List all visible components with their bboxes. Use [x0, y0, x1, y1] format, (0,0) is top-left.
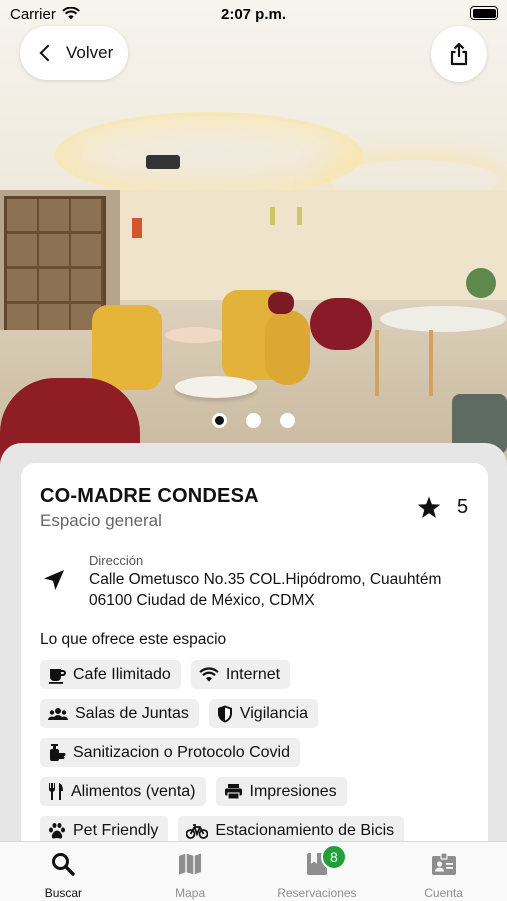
- utensils-icon: [49, 783, 63, 800]
- amenity-label: Sanitizacion o Protocolo Covid: [73, 743, 291, 761]
- star-icon: [417, 496, 441, 518]
- photo-armchair: [265, 310, 310, 385]
- photo-plant: [466, 268, 496, 298]
- amenities-title: Lo que ofrece este espacio: [40, 631, 227, 648]
- tab-reservaciones[interactable]: 8 Reservaciones: [254, 842, 381, 901]
- photo-lamp: [270, 207, 275, 225]
- amenity-chip: Cafe Ilimitado: [40, 660, 181, 689]
- amenities-list: Cafe Ilimitado Internet Salas de Juntas: [40, 660, 488, 843]
- photo-bookshelf: [4, 196, 106, 342]
- amenity-label: Cafe Ilimitado: [73, 665, 171, 683]
- reservations-badge: 8: [320, 844, 347, 870]
- group-icon: [48, 707, 68, 720]
- navigation-arrow-icon: [44, 570, 64, 590]
- map-icon: [179, 853, 202, 875]
- rating-value: 5: [457, 496, 469, 518]
- photo-chair: [310, 298, 372, 350]
- amenity-chip: Internet: [190, 660, 291, 689]
- address-label: Dirección: [89, 553, 144, 568]
- photo-chair: [375, 330, 433, 396]
- page-dot-2[interactable]: [246, 413, 261, 428]
- id-card-icon: [431, 852, 456, 875]
- photo-exit-sign: [132, 218, 142, 238]
- amenity-chip: Estacionamiento de Bicis: [178, 816, 405, 843]
- amenity-label: Impresiones: [249, 782, 337, 800]
- amenity-label: Vigilancia: [239, 704, 309, 722]
- chevron-left-icon: [39, 44, 57, 62]
- status-bar: Carrier 2:07 p.m.: [0, 0, 507, 28]
- amenity-label: Alimentos (venta): [71, 782, 196, 800]
- tab-bar: Buscar Mapa 8 Reservaciones Cuenta: [0, 841, 507, 901]
- amenity-chip: Pet Friendly: [40, 816, 169, 843]
- address-line-2: 06100 Ciudad de México, CDMX: [89, 592, 315, 609]
- photo-lamp: [297, 207, 302, 225]
- tab-label: Reservaciones: [277, 886, 357, 900]
- address-line-1: Calle Ometusco No.35 COL.Hipódromo, Cuau…: [89, 571, 442, 588]
- space-type: Espacio general: [40, 511, 162, 530]
- photo-table: [380, 306, 506, 332]
- amenity-label: Estacionamiento de Bicis: [215, 821, 395, 839]
- bike-icon: [186, 823, 209, 839]
- photo-chair: [268, 292, 294, 314]
- tab-buscar[interactable]: Buscar: [0, 842, 127, 901]
- search-icon: [52, 853, 76, 876]
- shield-icon: [217, 705, 232, 722]
- tab-cuenta[interactable]: Cuenta: [380, 842, 507, 901]
- amenity-chip: Salas de Juntas: [40, 699, 199, 728]
- wifi-icon: [199, 666, 219, 682]
- space-detail-card: CO-MADRE CONDESA Espacio general 5 Direc…: [21, 463, 488, 843]
- amenity-chip: Vigilancia: [208, 699, 319, 728]
- gallery-pagination: [0, 413, 507, 428]
- page-dot-1[interactable]: [212, 413, 227, 428]
- sanitizer-icon: [50, 744, 66, 761]
- paw-icon: [49, 822, 65, 839]
- clock: 2:07 p.m.: [220, 6, 287, 23]
- space-name: CO-MADRE CONDESA: [40, 485, 259, 507]
- back-button[interactable]: Volver: [20, 26, 128, 80]
- amenity-chip: Sanitizacion o Protocolo Covid: [40, 738, 301, 767]
- amenity-chip: Alimentos (venta): [40, 777, 206, 806]
- battery-icon: [470, 6, 498, 20]
- tab-mapa[interactable]: Mapa: [127, 842, 254, 901]
- tab-label: Cuenta: [424, 886, 463, 900]
- amenity-label: Internet: [225, 665, 281, 683]
- printer-icon: [224, 784, 242, 800]
- photo-projector: [146, 155, 180, 169]
- tab-label: Mapa: [175, 886, 206, 900]
- photo-back-wall: [120, 190, 507, 300]
- coffee-icon: [49, 668, 66, 684]
- amenity-label: Pet Friendly: [73, 821, 159, 839]
- amenity-label: Salas de Juntas: [75, 704, 189, 722]
- share-button[interactable]: [431, 26, 487, 82]
- photo-ceiling-light: [55, 112, 363, 198]
- tab-label: Buscar: [44, 886, 83, 900]
- amenity-chip: Impresiones: [215, 777, 347, 806]
- page-dot-3[interactable]: [280, 413, 295, 428]
- photo-armchair: [92, 305, 162, 390]
- share-icon: [450, 42, 468, 66]
- rating: 5: [417, 496, 468, 519]
- back-button-label: Volver: [66, 43, 114, 62]
- photo-table: [175, 376, 257, 398]
- photo-table: [165, 327, 227, 343]
